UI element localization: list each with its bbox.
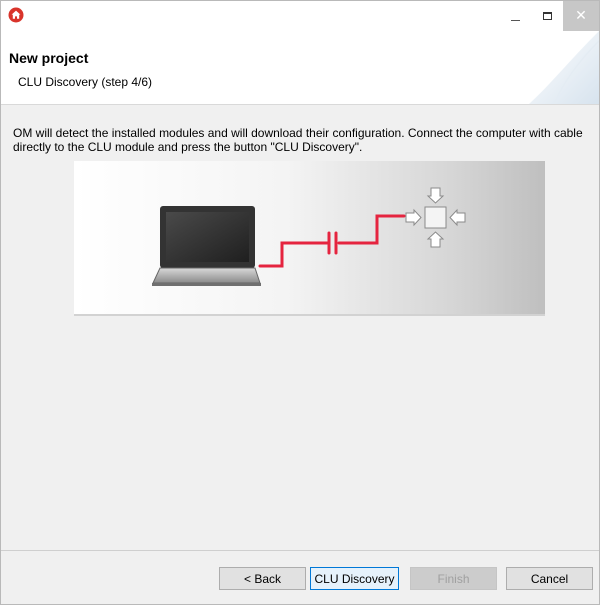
cancel-button[interactable]: Cancel — [506, 567, 593, 590]
wizard-header: New project CLU Discovery (step 4/6) — [1, 31, 599, 105]
close-button[interactable]: ✕ — [563, 1, 599, 31]
clu-discovery-button[interactable]: CLU Discovery — [310, 567, 399, 590]
maximize-button[interactable] — [531, 1, 563, 31]
close-icon: ✕ — [575, 8, 587, 24]
minimize-icon — [510, 19, 520, 21]
maximize-icon — [542, 12, 552, 20]
footer-separator — [1, 550, 599, 551]
clu-module-icon — [405, 187, 466, 248]
header-decoration — [529, 31, 599, 104]
instruction-text: OM will detect the installed modules and… — [13, 126, 583, 154]
content-area: OM will detect the installed modules and… — [1, 105, 599, 550]
step-subtitle: CLU Discovery (step 4/6) — [18, 75, 153, 89]
back-button[interactable]: < Back — [219, 567, 306, 590]
page-title: New project — [9, 50, 89, 66]
cable-icon — [258, 214, 406, 268]
home-icon — [8, 7, 24, 23]
connection-illustration — [74, 161, 545, 316]
title-bar[interactable]: ✕ — [1, 1, 599, 31]
minimize-button[interactable] — [499, 1, 531, 31]
laptop-icon — [152, 206, 261, 286]
finish-button[interactable]: Finish — [410, 567, 497, 590]
wizard-window: ✕ New project CLU Discovery (step 4/6) O… — [0, 0, 600, 605]
